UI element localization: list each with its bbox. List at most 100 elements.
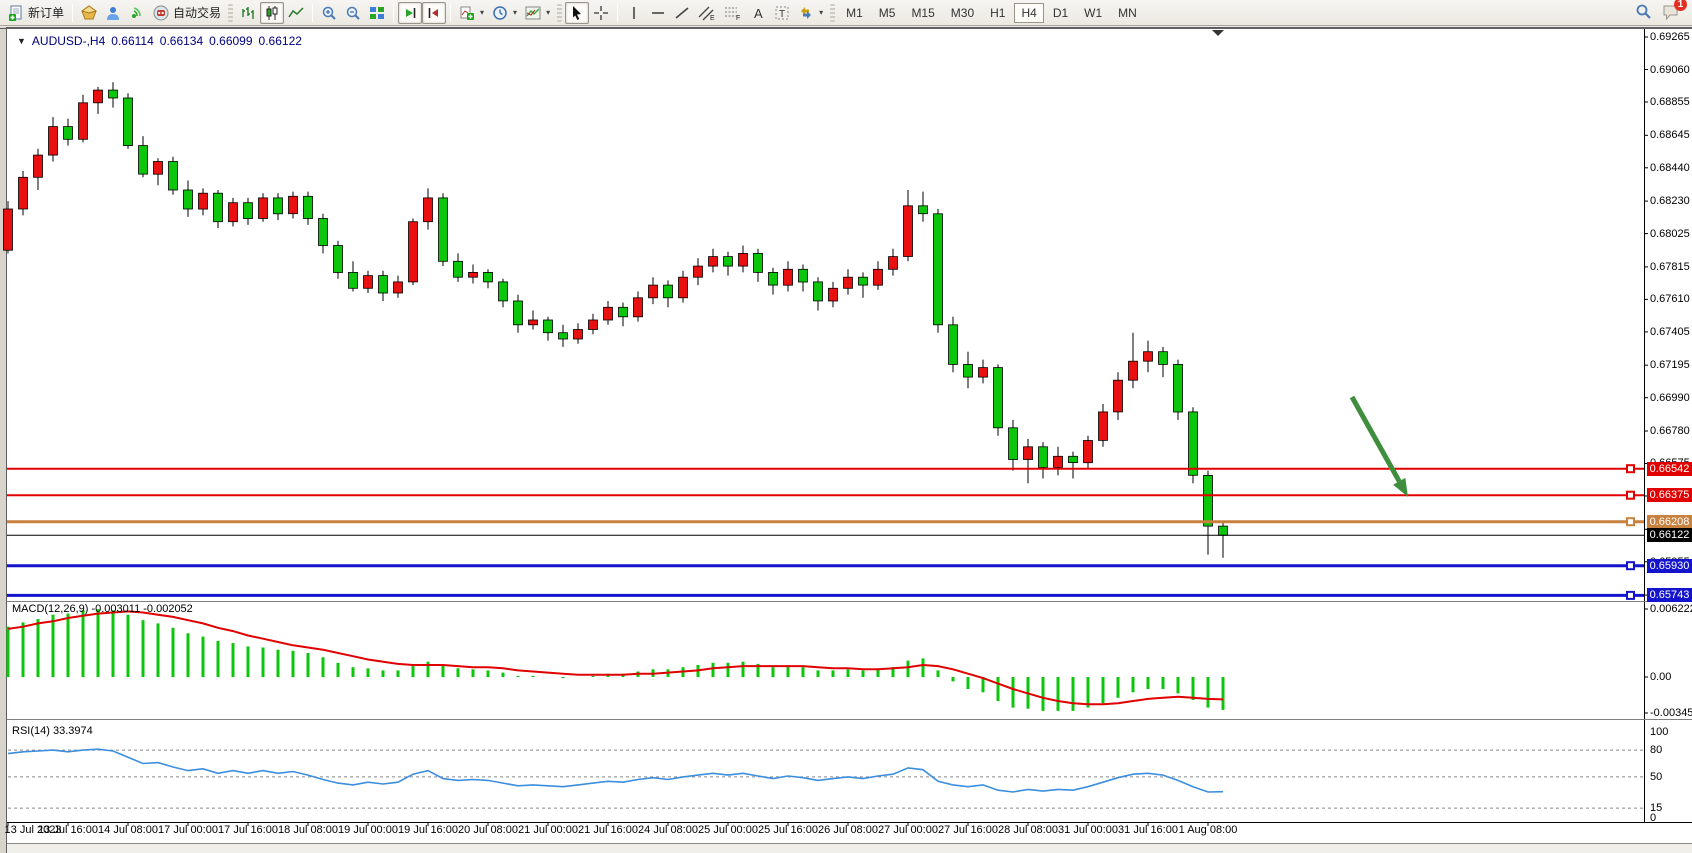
candle-body <box>889 257 898 270</box>
price-axis-tick: 0.69265 <box>1650 31 1690 43</box>
trend-arrow-head <box>1393 478 1408 497</box>
candle-body <box>754 253 763 272</box>
time-axis-label: 21 Jul 16:00 <box>578 824 638 836</box>
time-axis-label: 13 Jul 16:00 <box>38 824 98 836</box>
candle-body <box>799 269 808 282</box>
candle-body <box>844 277 853 288</box>
candle-body <box>49 127 58 156</box>
price-axis-tick: 0.68025 <box>1650 228 1690 240</box>
price-tag-0.66375: 0.66375 <box>1647 488 1692 502</box>
time-axis-label: 19 Jul 00:00 <box>338 824 398 836</box>
candle-body <box>394 282 403 293</box>
candle-body <box>649 285 658 298</box>
candle-body <box>34 155 43 177</box>
indicator-axis-tick: 0.006222 <box>1650 603 1692 615</box>
candle-body <box>664 285 673 298</box>
candle-body <box>694 266 703 277</box>
price-axis-tick: 0.67195 <box>1650 359 1690 371</box>
candle-body <box>1009 428 1018 460</box>
candle-body <box>874 269 883 285</box>
candle-body <box>304 196 313 218</box>
candle-body <box>364 276 373 289</box>
price-axis-tick: 0.68645 <box>1650 129 1690 141</box>
time-axis-label: 24 Jul 08:00 <box>638 824 698 836</box>
hline-handle <box>1627 518 1634 525</box>
candle-body <box>409 222 418 282</box>
chart-shift-marker <box>1212 30 1224 36</box>
time-axis-label: 27 Jul 00:00 <box>878 824 938 836</box>
time-axis-label: 20 Jul 08:00 <box>458 824 518 836</box>
mt4-application: 新订单 自动交易 ▾ ▾ ▾ E F A T ▾ <box>0 0 1692 853</box>
candle-body <box>1039 447 1048 468</box>
hline-handle <box>1627 592 1634 599</box>
candle-body <box>964 364 973 377</box>
candle-body <box>469 272 478 277</box>
candle-body <box>724 257 733 267</box>
candle-body <box>814 282 823 301</box>
price-tag-0.66208: 0.66208 <box>1647 515 1692 529</box>
candle-body <box>559 333 568 339</box>
candle-body <box>1219 526 1228 535</box>
indicator-axis-tick: 50 <box>1650 771 1662 783</box>
candle-body <box>904 206 913 257</box>
price-axis-tick: 0.68440 <box>1650 162 1690 174</box>
rsi-line <box>8 749 1223 792</box>
macd-label: MACD(12,26,9) -0.003011 -0.002052 <box>12 603 193 615</box>
candle-body <box>244 203 253 219</box>
candle-body <box>604 307 613 320</box>
hline-handle <box>1627 492 1634 499</box>
time-axis-label: 25 Jul 00:00 <box>698 824 758 836</box>
price-axis-tick: 0.68230 <box>1650 195 1690 207</box>
candle-body <box>64 127 73 140</box>
candle-body <box>979 368 988 378</box>
candle-body <box>274 198 283 214</box>
candle-body <box>1174 364 1183 412</box>
candle-body <box>484 272 493 282</box>
hline-handle <box>1627 465 1634 472</box>
indicator-axis-tick: 100 <box>1650 726 1668 738</box>
candle-body <box>1204 475 1213 526</box>
price-axis-tick: 0.67610 <box>1650 293 1690 305</box>
candle-body <box>184 190 193 209</box>
time-axis-label: 31 Jul 16:00 <box>1118 824 1178 836</box>
time-axis-label: 26 Jul 08:00 <box>818 824 878 836</box>
price-axis-tick: 0.69060 <box>1650 64 1690 76</box>
candle-body <box>259 198 268 219</box>
candle-body <box>289 196 298 213</box>
candle-body <box>994 368 1003 428</box>
candle-body <box>1099 412 1108 441</box>
candle-body <box>124 98 133 146</box>
time-axis-label: 19 Jul 16:00 <box>398 824 458 836</box>
chart-close: 0.66122 <box>259 34 302 48</box>
candle-body <box>94 90 103 103</box>
candle-body <box>319 219 328 246</box>
rsi-label: RSI(14) 33.3974 <box>12 725 93 737</box>
chart-window[interactable]: ▼ AUDUSD-,H4 0.66114 0.66134 0.66099 0.6… <box>7 27 1692 853</box>
candle-body <box>1069 456 1078 462</box>
candle-body <box>1189 412 1198 475</box>
time-axis-label: 21 Jul 00:00 <box>518 824 578 836</box>
price-axis-tick: 0.67815 <box>1650 261 1690 273</box>
candle-body <box>499 282 508 301</box>
candle-body <box>529 320 538 325</box>
candle-body <box>334 246 343 273</box>
candle-body <box>784 269 793 285</box>
candle-body <box>1084 441 1093 463</box>
candle-body <box>949 325 958 365</box>
candle-body <box>769 272 778 285</box>
price-axis-tick: 0.66780 <box>1650 425 1690 437</box>
chart-symbol-period: AUDUSD-,H4 <box>32 34 105 48</box>
candle-body <box>829 288 838 301</box>
candle-body <box>199 193 208 209</box>
candle-body <box>154 162 163 175</box>
time-axis-label: 25 Jul 16:00 <box>758 824 818 836</box>
price-tag-0.66542: 0.66542 <box>1647 462 1692 476</box>
chart-open: 0.66114 <box>111 34 154 48</box>
price-axis-tick: 0.67405 <box>1650 326 1690 338</box>
candle-body <box>4 209 13 250</box>
price-chart-canvas[interactable] <box>0 1 1692 853</box>
chart-high: 0.66134 <box>160 34 203 48</box>
candle-body <box>19 177 28 209</box>
candle-body <box>454 261 463 277</box>
candle-body <box>379 276 388 293</box>
